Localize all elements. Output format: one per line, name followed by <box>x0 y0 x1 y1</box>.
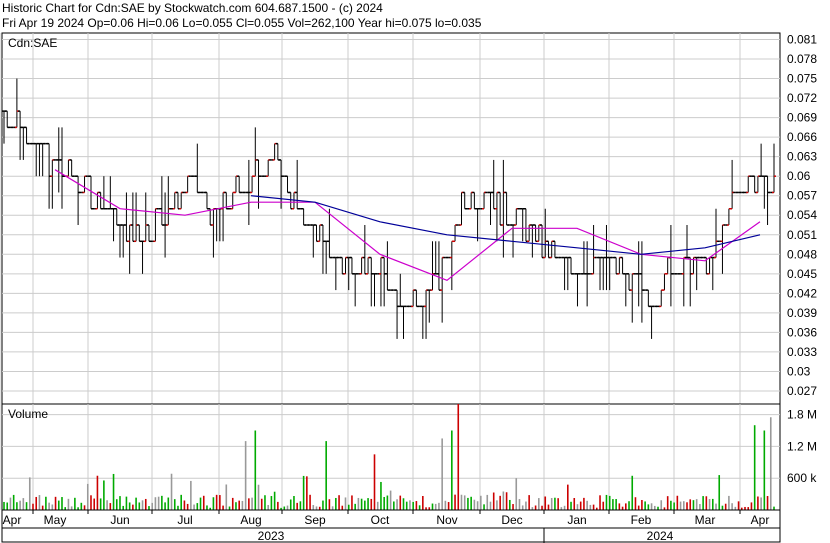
volume-tick-label: 1.2 M <box>787 439 817 453</box>
month-label: Apr <box>3 513 22 527</box>
month-label: Jan <box>567 513 586 527</box>
price-panel: 0.081 0.078 0.075 0.072 0.069 0.066 0.063 0.06 0… <box>0 32 817 405</box>
price-tick-label: 0.027 <box>787 384 817 398</box>
price-tick-label: 0.045 <box>787 267 817 281</box>
stock-chart: 0.081 0.078 0.075 0.072 0.069 0.066 0.063 0.06 0… <box>0 32 817 543</box>
month-label: Sep <box>304 513 326 527</box>
year-label: 2023 <box>258 529 285 543</box>
month-label: Oct <box>371 513 390 527</box>
price-tick-label: 0.057 <box>787 189 817 203</box>
price-tick-label: 0.078 <box>787 52 817 66</box>
volume-panel: 1.8 M 1.2 M 600 k Volume <box>0 403 817 511</box>
price-tick-label: 0.036 <box>787 325 817 339</box>
price-tick-label: 0.063 <box>787 150 817 164</box>
price-plot-area <box>1 32 781 405</box>
month-label: Dec <box>501 513 522 527</box>
symbol-label: Cdn:SAE <box>8 36 57 50</box>
price-tick-label: 0.051 <box>787 228 817 242</box>
x-axis: Apr May Jun Jul Aug Sep Oct Nov Dec Jan Feb Mar Apr 2… <box>1 509 781 543</box>
volume-tick-label: 600 k <box>787 471 817 485</box>
price-tick-label: 0.03 <box>787 364 811 378</box>
price-tick-label: 0.072 <box>787 91 817 105</box>
price-tick-label: 0.081 <box>787 33 817 47</box>
year-label: 2024 <box>647 529 674 543</box>
month-label: Apr <box>751 513 770 527</box>
volume-tick-label: 1.8 M <box>787 408 817 422</box>
price-tick-label: 0.048 <box>787 247 817 261</box>
price-tick-label: 0.069 <box>787 111 817 125</box>
month-label: May <box>44 513 67 527</box>
month-label: Jun <box>110 513 129 527</box>
month-label: Mar <box>695 513 716 527</box>
price-tick-label: 0.075 <box>787 72 817 86</box>
price-tick-label: 0.06 <box>787 169 811 183</box>
price-tick-label: 0.033 <box>787 345 817 359</box>
month-label: Nov <box>436 513 457 527</box>
month-label: Feb <box>631 513 652 527</box>
month-label: Aug <box>240 513 261 527</box>
month-label: Jul <box>177 513 192 527</box>
price-tick-label: 0.042 <box>787 286 817 300</box>
price-tick-label: 0.054 <box>787 208 817 222</box>
price-tick-label: 0.039 <box>787 306 817 320</box>
price-tick-label: 0.066 <box>787 130 817 144</box>
volume-label: Volume <box>8 407 48 421</box>
